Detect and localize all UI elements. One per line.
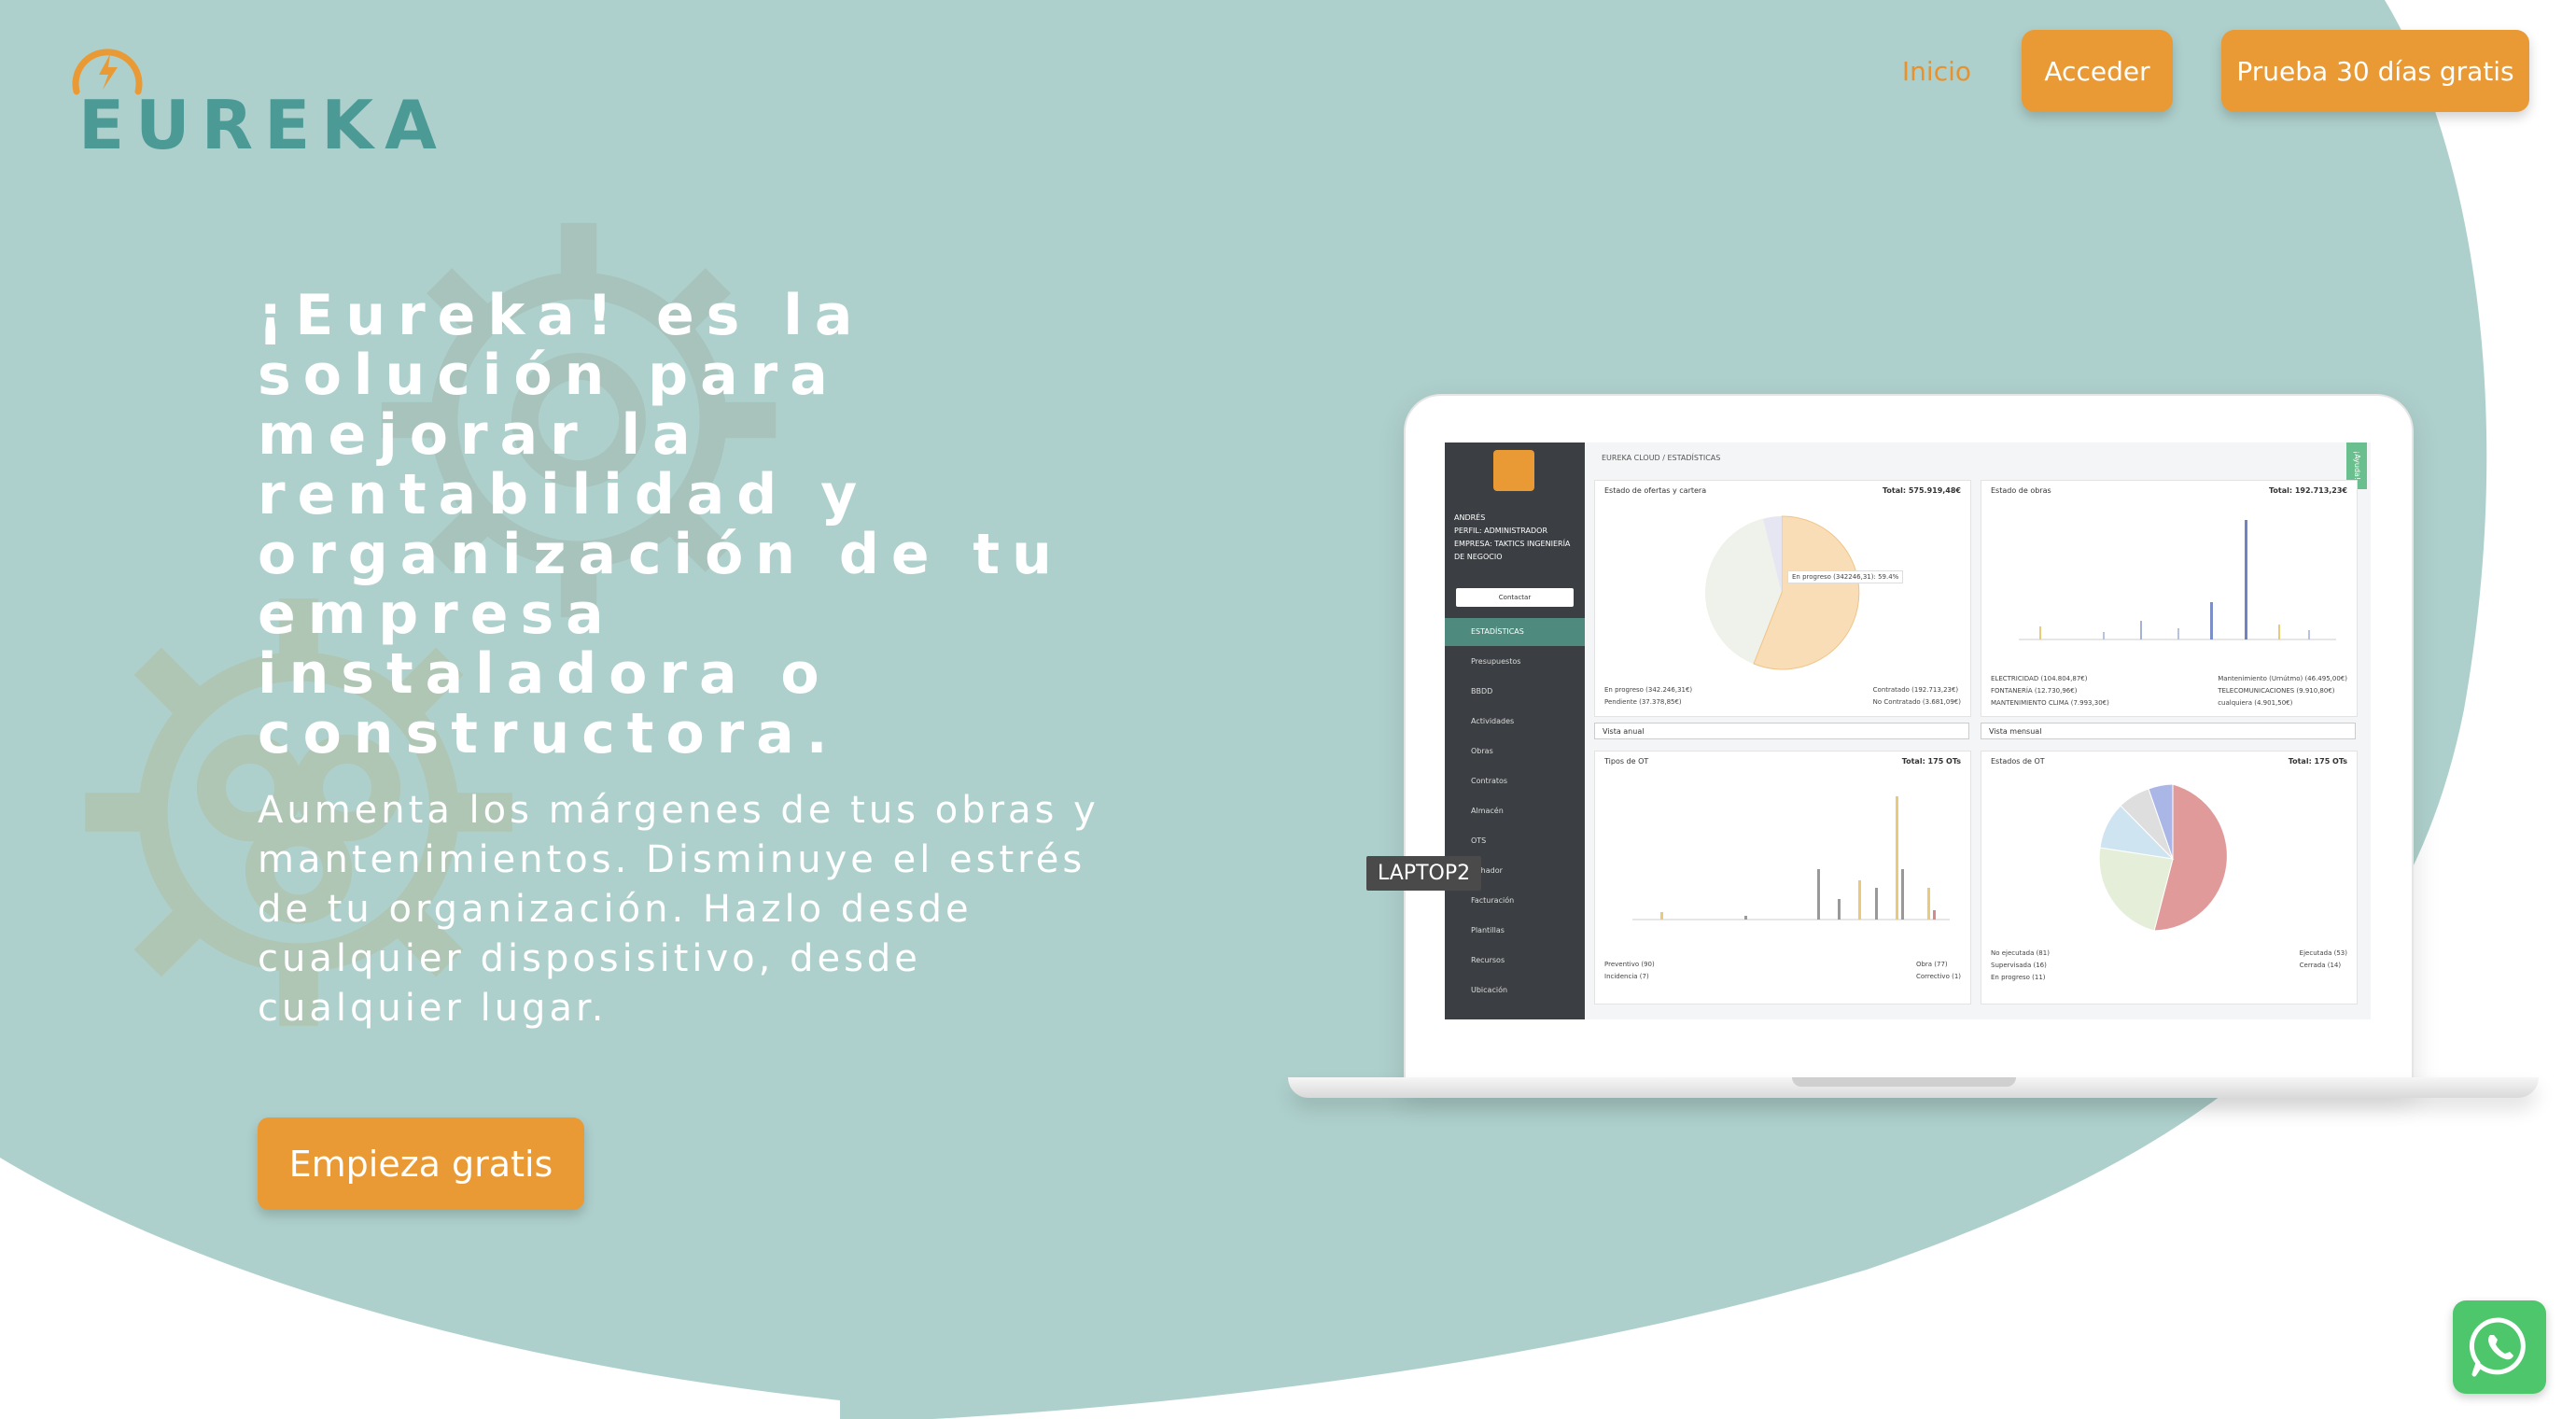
legend-item: En progreso (342.246,31€)	[1604, 686, 1693, 694]
laptop-image-label: LAPTOP2	[1366, 856, 1482, 891]
ot-states-legend-left: No ejecutada (81) Supervisada (16) En pr…	[1991, 948, 2050, 984]
ot-states-pie-chart	[2098, 783, 2228, 932]
dashboard-nav-item: Ubicación	[1471, 986, 1508, 994]
whatsapp-button[interactable]	[2453, 1300, 2546, 1394]
legend-item: Preventivo (90)	[1604, 961, 1655, 968]
offers-legend-right: Contratado (192.713,23€) No Contratado (…	[1873, 684, 1961, 709]
dashboard-nav-item: Obras	[1471, 747, 1493, 755]
legend-item: En progreso (11)	[1991, 974, 2046, 981]
dashboard-nav-item: Presupuestos	[1471, 657, 1521, 666]
dashboard-nav-item: Actividades	[1471, 717, 1515, 725]
ot-states-pie-panel: Estados de OT Total: 175 OTs No ejecutad…	[1981, 751, 2358, 1005]
ot-states-panel-total: Total: 175 OTs	[2288, 757, 2347, 766]
nav-link-home[interactable]: Inicio	[1902, 56, 1971, 87]
legend-item: Correctivo (1)	[1915, 973, 1961, 980]
works-panel-title: Estado de obras	[1991, 486, 2051, 495]
dashboard-breadcrumb: EUREKA CLOUD / ESTADÍSTICAS	[1602, 454, 1721, 462]
login-button[interactable]: Acceder	[2022, 30, 2173, 112]
laptop-mockup: ANDRÉS PERFIL: ADMINISTRADOR EMPRESA: TA…	[1288, 394, 2539, 1122]
legend-item: Mantenimiento (Urnútmo) (46.495,00€)	[2218, 675, 2347, 682]
laptop-lid: ANDRÉS PERFIL: ADMINISTRADOR EMPRESA: TA…	[1404, 394, 2414, 1092]
ot-states-panel-title: Estados de OT	[1991, 757, 2045, 766]
dashboard-screenshot: ANDRÉS PERFIL: ADMINISTRADOR EMPRESA: TA…	[1445, 443, 2371, 1019]
dashboard-user-company: EMPRESA: TAKTICS INGENIERÍA DE NEGOCIO	[1454, 540, 1571, 561]
offers-panel-title: Estado de ofertas y cartera	[1604, 486, 1707, 495]
dashboard-nav-item: BBDD	[1471, 687, 1493, 695]
dashboard-nav-item: Facturación	[1471, 896, 1515, 905]
ot-states-legend-right: Ejecutada (53) Cerrada (14)	[2300, 948, 2347, 972]
dashboard-nav-item: Contratos	[1471, 777, 1508, 785]
dashboard-nav-item: OTS	[1471, 836, 1487, 845]
dashboard-logo-icon	[1493, 450, 1534, 491]
dashboard-nav-item: Almacén	[1471, 807, 1504, 815]
dashboard-user-profile: PERFIL: ADMINISTRADOR	[1454, 527, 1548, 535]
logo-wordmark: EUREKA	[78, 86, 448, 164]
legend-item: TELECOMUNICACIONES (9.910,80€)	[2218, 687, 2335, 695]
start-free-button[interactable]: Empieza gratis	[258, 1117, 584, 1210]
legend-item: cualquiera (4.901,50€)	[2218, 699, 2293, 707]
works-legend-right: Mantenimiento (Urnútmo) (46.495,00€) TEL…	[2218, 673, 2347, 710]
works-panel-total: Total: 192.713,23€	[2268, 486, 2347, 495]
legend-item: Ejecutada (53)	[2299, 949, 2347, 957]
legend-item: No ejecutada (81)	[1991, 949, 2050, 957]
dashboard-nav-item: Plantillas	[1471, 926, 1505, 934]
hero-headline: ¡Eureka! es la solución para mejorar la …	[258, 283, 1064, 766]
legend-item: Contratado (192.713,23€)	[1872, 686, 1959, 694]
ot-types-panel-title: Tipos de OT	[1604, 757, 1649, 766]
dashboard-user-name: ANDRÉS	[1454, 513, 1486, 522]
ot-types-bar-panel: Tipos de OT Total: 175 OTs Preventivo (9…	[1594, 751, 1971, 1005]
legend-item: MANTENIMIENTO CLIMA (7.993,30€)	[1991, 699, 2109, 707]
dashboard-nav-item: ESTADÍSTICAS	[1445, 618, 1585, 646]
legend-item: Supervisada (16)	[1991, 962, 2047, 969]
ot-types-legend-right: Obra (77) Correctivo (1)	[1916, 959, 1961, 983]
legend-item: ELECTRICIDAD (104.804,87€)	[1991, 675, 2088, 682]
offers-pie-panel: Estado de ofertas y cartera Total: 575.9…	[1594, 480, 1971, 717]
dashboard-user-info: ANDRÉS PERFIL: ADMINISTRADOR EMPRESA: TA…	[1454, 512, 1575, 564]
legend-item: Obra (77)	[1915, 961, 1948, 968]
free-trial-button[interactable]: Prueba 30 días gratis	[2221, 30, 2529, 112]
legend-item: Pendiente (37.378,85€)	[1604, 698, 1682, 706]
legend-item: FONTANERÍA (12.730,96€)	[1991, 687, 2078, 695]
hero-subtext: Aumenta los márgenes de tus obras y mant…	[258, 789, 1099, 1030]
ot-types-bar-chart	[1632, 796, 1950, 920]
dashboard-contact-button: Contactar	[1456, 588, 1574, 607]
offers-view-select: Vista anual	[1594, 723, 1969, 739]
legend-item: No Contratado (3.681,09€)	[1872, 698, 1961, 706]
dashboard-sidebar: ANDRÉS PERFIL: ADMINISTRADOR EMPRESA: TA…	[1445, 443, 1585, 1019]
offers-legend-left: En progreso (342.246,31€) Pendiente (37.…	[1604, 684, 1692, 709]
offers-pie-chart	[1705, 515, 1860, 670]
dashboard-nav-item: Recursos	[1471, 956, 1505, 964]
ot-types-panel-total: Total: 175 OTs	[1901, 757, 1961, 766]
works-bar-panel: Estado de obras Total: 192.713,23€ ELECT…	[1981, 480, 2358, 717]
works-view-select: Vista mensual	[1981, 723, 2356, 739]
offers-tooltip: En progreso (342246,31): 59.4%	[1787, 570, 1904, 583]
offers-panel-total: Total: 575.919,48€	[1882, 486, 1961, 495]
works-legend-left: ELECTRICIDAD (104.804,87€) FONTANERÍA (1…	[1991, 673, 2109, 710]
ot-types-legend-left: Preventivo (90) Incidencia (7)	[1604, 959, 1655, 983]
whatsapp-icon	[2469, 1317, 2526, 1377]
top-nav: Inicio Acceder Prueba 30 días gratis	[1902, 30, 2529, 112]
legend-item: Cerrada (14)	[2299, 962, 2342, 969]
legend-item: Incidencia (7)	[1604, 973, 1649, 980]
works-bar-chart	[2019, 520, 2336, 640]
laptop-notch	[1792, 1077, 2016, 1087]
